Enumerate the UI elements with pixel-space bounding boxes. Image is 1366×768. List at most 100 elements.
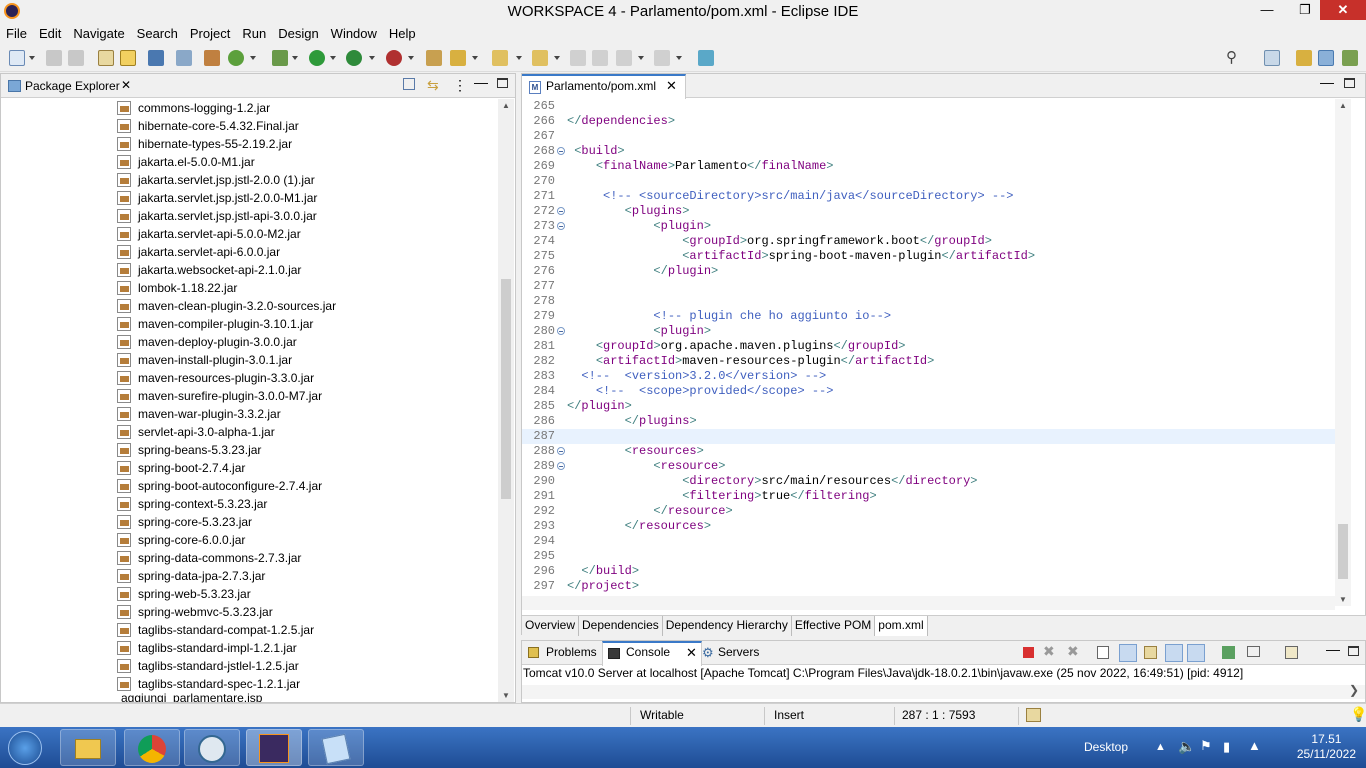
display-console-icon[interactable]	[1247, 646, 1260, 657]
minimize-button[interactable]: —	[1252, 0, 1282, 20]
tree-item[interactable]: spring-data-commons-2.7.3.jar	[1, 549, 499, 567]
console-maximize-icon[interactable]	[1348, 646, 1359, 656]
terminate-icon[interactable]	[1023, 647, 1034, 658]
code-line[interactable]: 280 <plugin>	[522, 324, 1335, 339]
code-line[interactable]: 294	[522, 534, 1335, 549]
close-console-icon[interactable]: ✕	[686, 645, 697, 661]
fold-toggle-icon[interactable]	[557, 462, 565, 470]
link-editor-icon[interactable]: ⇆	[427, 77, 439, 94]
code-line[interactable]: 289 <resource>	[522, 459, 1335, 474]
coverage-icon[interactable]	[346, 50, 362, 66]
run-icon[interactable]	[309, 50, 325, 66]
code-line[interactable]: 278	[522, 294, 1335, 309]
tree-item[interactable]: jakarta.servlet.jsp.jstl-2.0.0 (1).jar	[1, 171, 499, 189]
editor-horizontal-scrollbar[interactable]	[522, 596, 1335, 610]
taskbar-chrome[interactable]	[124, 729, 180, 766]
external-tools-icon[interactable]	[386, 50, 402, 66]
remove-launch-icon[interactable]: ✖	[1043, 643, 1055, 660]
pom-tab-pom-xml[interactable]: pom.xml	[875, 616, 928, 636]
save-all-icon[interactable]	[68, 50, 84, 66]
maximize-button[interactable]: ❐	[1290, 0, 1320, 20]
tree-item[interactable]: maven-deploy-plugin-3.0.0.jar	[1, 333, 499, 351]
fold-toggle-icon[interactable]	[557, 147, 565, 155]
code-line[interactable]: 272 <plugins>	[522, 204, 1335, 219]
show-stderr-icon[interactable]	[1187, 644, 1205, 662]
editor-scroll-thumb[interactable]	[1338, 524, 1348, 579]
tree-item[interactable]: spring-boot-autoconfigure-2.7.4.jar	[1, 477, 499, 495]
pom-tab-effective-pom[interactable]: Effective POM	[792, 616, 876, 636]
terminal-icon[interactable]	[148, 50, 164, 66]
tree-item[interactable]: hibernate-core-5.4.32.Final.jar	[1, 117, 499, 135]
tree-item[interactable]: maven-resources-plugin-3.3.0.jar	[1, 369, 499, 387]
next-annotation-icon[interactable]	[492, 50, 508, 66]
forward-icon[interactable]	[654, 50, 670, 66]
tree-item[interactable]: spring-beans-5.3.23.jar	[1, 441, 499, 459]
tab-console-active[interactable]: Console ✕	[602, 641, 702, 666]
battery-icon[interactable]: ▮	[1223, 739, 1230, 755]
code-line[interactable]: 285 </plugin>	[522, 399, 1335, 414]
jee-perspective-icon[interactable]	[1296, 50, 1312, 66]
prev-annotation-icon[interactable]	[532, 50, 548, 66]
next-edit-icon[interactable]	[592, 50, 608, 66]
code-line[interactable]: 290 <directory>src/main/resources</direc…	[522, 474, 1335, 489]
tree-item[interactable]: servlet-api-3.0-alpha-1.jar	[1, 423, 499, 441]
code-line[interactable]: 281 <groupId>org.apache.maven.plugins</g…	[522, 339, 1335, 354]
clear-console-icon[interactable]	[1097, 646, 1109, 659]
code-line[interactable]: 271 <!-- <sourceDirectory>src/main/java<…	[522, 189, 1335, 204]
fold-toggle-icon[interactable]	[557, 447, 565, 455]
save-icon[interactable]	[46, 50, 62, 66]
back-icon[interactable]	[616, 50, 632, 66]
code-line[interactable]: 287	[522, 429, 1335, 444]
taskbar-pgadmin[interactable]	[184, 729, 240, 766]
code-line[interactable]: 279 <!-- plugin che ho aggiunto io-->	[522, 309, 1335, 324]
show-stdout-icon[interactable]	[1165, 644, 1183, 662]
editor-tab-pom[interactable]: M Parlamento/pom.xml ✕	[522, 74, 686, 99]
package-explorer-tab[interactable]: Package Explorer ✕ ⇆ ⋮ —	[1, 74, 515, 98]
view-menu-icon[interactable]: ⋮	[453, 77, 467, 94]
menu-project[interactable]: Project	[184, 23, 236, 44]
code-line[interactable]: 288 <resources>	[522, 444, 1335, 459]
open-resource-icon[interactable]	[120, 50, 136, 66]
status-insert-mode[interactable]: Insert	[774, 708, 804, 722]
code-line[interactable]: 273 <plugin>	[522, 219, 1335, 234]
open-task-icon[interactable]	[426, 50, 442, 66]
code-line[interactable]: 275 <artifactId>spring-boot-maven-plugin…	[522, 249, 1335, 264]
code-line[interactable]: 265	[522, 99, 1335, 114]
tree-item[interactable]: spring-web-5.3.23.jar	[1, 585, 499, 603]
tree-item[interactable]: jakarta.websocket-api-2.1.0.jar	[1, 261, 499, 279]
word-wrap-icon[interactable]	[1144, 646, 1157, 659]
taskbar-notepad[interactable]	[308, 729, 364, 766]
open-type-icon[interactable]	[98, 50, 114, 66]
tree-item[interactable]: maven-clean-plugin-3.2.0-sources.jar	[1, 297, 499, 315]
tree-item[interactable]: jakarta.servlet.jsp.jstl-api-3.0.0.jar	[1, 207, 499, 225]
menu-window[interactable]: Window	[325, 23, 383, 44]
code-line[interactable]: 293 </resources>	[522, 519, 1335, 534]
menu-edit[interactable]: Edit	[33, 23, 67, 44]
code-editor[interactable]: 265 266 </dependencies> 267 268 <build> 269 <…	[522, 99, 1335, 606]
code-line[interactable]: 295	[522, 549, 1335, 564]
maximize-view-icon[interactable]	[497, 78, 508, 88]
taskbar-explorer[interactable]	[60, 729, 116, 766]
tree-item[interactable]: maven-war-plugin-3.3.2.jar	[1, 405, 499, 423]
fold-toggle-icon[interactable]	[557, 222, 565, 230]
tree-item[interactable]: spring-core-5.3.23.jar	[1, 513, 499, 531]
console-minimize-icon[interactable]: —	[1326, 641, 1340, 657]
pom-tab-dependencies[interactable]: Dependencies	[579, 616, 663, 636]
tip-icon[interactable]: 💡	[1350, 706, 1366, 723]
console-horizontal-scrollbar[interactable]: ❯	[522, 683, 1365, 699]
skip-breakpoints-icon[interactable]	[176, 50, 192, 66]
code-line[interactable]: 282 <artifactId>maven-resources-plugin</…	[522, 354, 1335, 369]
code-line[interactable]: 283 <!-- <version>3.2.0</version> -->	[522, 369, 1335, 384]
pom-tab-overview[interactable]: Overview	[522, 616, 580, 636]
code-line[interactable]: 269 <finalName>Parlamento</finalName>	[522, 159, 1335, 174]
collapse-all-icon[interactable]	[403, 78, 415, 90]
network-icon[interactable]: ▲	[1248, 738, 1261, 753]
system-clock[interactable]: 17.51 25/11/2022	[1297, 732, 1356, 762]
tasks-icon[interactable]	[1026, 708, 1041, 722]
code-line[interactable]: 292 </resource>	[522, 504, 1335, 519]
code-line[interactable]: 286 </plugins>	[522, 414, 1335, 429]
close-button[interactable]: ✕	[1320, 0, 1366, 20]
code-line[interactable]: 296 </build>	[522, 564, 1335, 579]
code-line[interactable]: 291 <filtering>true</filtering>	[522, 489, 1335, 504]
new-icon[interactable]	[9, 50, 25, 66]
